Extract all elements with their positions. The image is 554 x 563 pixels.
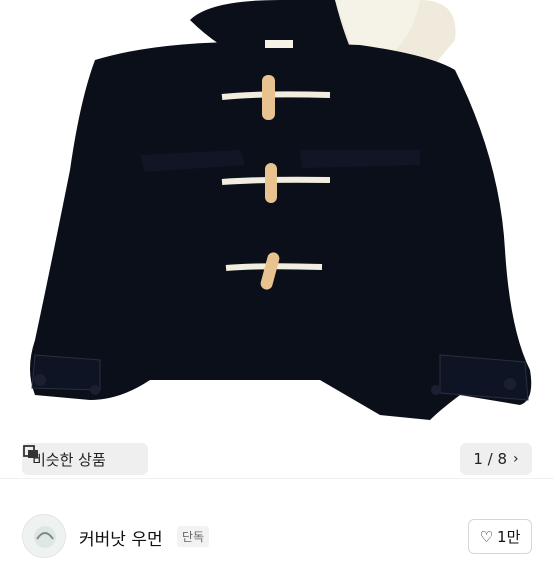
similar-products-button[interactable]: 비슷한 상품 xyxy=(22,443,148,475)
heart-icon: ♡ xyxy=(479,527,494,546)
avatar-illustration xyxy=(34,526,56,548)
image-pager[interactable]: 1 / 8 › xyxy=(460,443,532,475)
product-image[interactable]: 비슷한 상품 1 / 8 › xyxy=(0,0,554,478)
similar-products-icon xyxy=(23,445,38,458)
shop-avatar[interactable] xyxy=(22,514,66,558)
chevron-right-icon[interactable]: › xyxy=(513,451,519,467)
exclusive-badge: 단독 xyxy=(177,526,210,547)
shop-name[interactable]: 커버낫 우먼 xyxy=(79,525,163,550)
coat-photo xyxy=(30,0,532,421)
like-button[interactable]: ♡ 1만 xyxy=(468,519,532,554)
similar-products-label: 비슷한 상품 xyxy=(32,450,106,469)
pager-text: 1 / 8 xyxy=(473,450,508,468)
like-count: 1만 xyxy=(497,528,521,546)
